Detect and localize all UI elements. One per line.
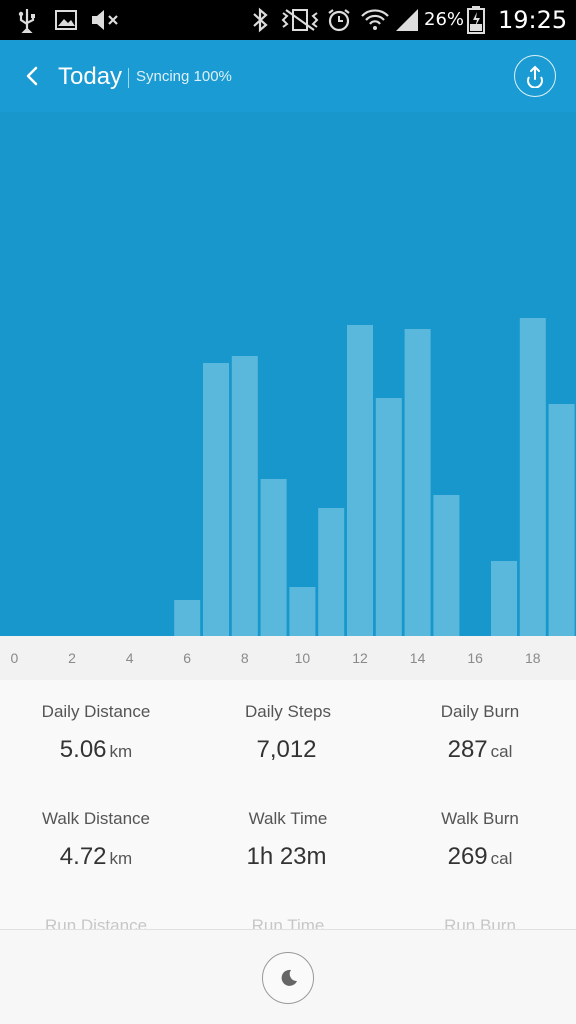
stat-label: Run Distance [44,916,148,930]
stat-run-burn: Run Burn [384,916,576,930]
axis-tick-label: 10 [294,650,311,666]
title-divider [128,68,129,88]
sleep-button[interactable] [262,952,314,1004]
battery-percent: 26% [424,9,465,30]
stat-label: Walk Distance [41,809,150,828]
hour-axis: 0 2 4 6 8 10 12 14 16 18 [0,636,576,680]
chart-bar-hour-17 [491,561,517,636]
signal-icon [394,6,420,34]
axis-tick-label: 16 [467,650,483,666]
battery-icon [466,6,486,34]
stat-number: 7,012 [256,736,317,763]
stat-number: 5.06 [59,736,107,763]
chart-bar-hour-13 [375,398,402,636]
wifi-icon [360,6,390,34]
chart-bar-hour-14 [404,329,431,636]
clock: 19:25 [498,6,568,34]
vibrate-icon [280,6,320,34]
alarm-icon [326,6,352,34]
page-title: Today [58,63,123,90]
chart-bar-hour-7 [203,363,229,636]
axis-tick-label: 0 [10,650,19,666]
stat-value: 269 cal [384,843,576,871]
sync-status: Syncing 100% [136,68,232,85]
upload-button[interactable] [514,55,556,97]
bottom-bar [0,929,576,1024]
chart-bar-hour-19 [548,404,575,636]
status-bar: 26% 19:25 [0,0,576,40]
stats-grid: Daily Distance 5.06 km Daily Steps 7,012 Dail… [0,680,576,930]
back-arrow-icon [26,66,38,86]
stat-label: Daily Burn [440,702,520,721]
stat-label: Daily Steps [245,702,331,721]
stat-value: 5.06 km [0,736,192,764]
back-button[interactable] [16,60,46,92]
stat-run-time: Run Time [192,916,384,930]
stat-value: 287 cal [384,736,576,764]
stat-label: Walk Burn [441,809,519,828]
stat-daily-distance: Daily Distance 5.06 km [0,702,192,764]
chart-bar-hour-10 [289,587,316,636]
activity-chart-svg [174,318,575,636]
stat-label: Run Burn [444,916,516,930]
chart-bar-hour-6 [174,600,201,636]
chart-bar-hour-9 [260,479,287,636]
mute-icon [90,6,120,34]
upload-icon [527,65,543,88]
chart-bar-hour-15 [433,495,460,636]
stat-walk-burn: Walk Burn 269 cal [384,809,576,871]
stat-number: 4.72 [59,843,107,870]
stat-number: 269 [447,843,488,870]
stat-value: 4.72 km [0,843,192,871]
chart-bar-hour-12 [347,325,373,636]
usb-icon [16,6,38,34]
stat-daily-burn: Daily Burn 287 cal [384,702,576,764]
stat-value: 7,012 [192,736,384,764]
app-header: Today Syncing 100% [0,40,576,112]
stat-label: Run Time [251,916,325,930]
axis-tick-label: 4 [125,650,134,666]
axis-tick-label: 8 [240,650,249,666]
axis-tick-label: 18 [525,650,541,666]
bluetooth-icon [250,6,270,34]
axis-tick-label: 12 [352,650,368,666]
stat-number: 1h 23m [246,843,327,870]
stat-daily-steps: Daily Steps 7,012 [192,702,384,764]
stat-label: Walk Time [248,809,328,828]
axis-tick-label: 14 [409,650,426,666]
stat-walk-distance: Walk Distance 4.72 km [0,809,192,871]
chart-bar-hour-11 [318,508,345,636]
activity-chart [0,112,576,636]
stat-walk-time: Walk Time 1h 23m [192,809,384,871]
chart-bar-hour-18 [519,318,546,636]
axis-tick-label: 2 [68,650,76,666]
stat-unit: km [109,849,133,868]
stat-value: 1h 23m [192,843,384,871]
image-icon [54,6,78,34]
stat-number: 287 [447,736,488,763]
stat-unit: km [109,742,133,761]
moon-icon [281,969,297,986]
stat-unit: cal [490,742,513,761]
chart-bar-hour-8 [231,356,258,636]
axis-tick-label: 6 [183,650,192,666]
stat-label: Daily Distance [41,702,151,721]
stat-run-distance: Run Distance [0,916,192,930]
stat-unit: cal [490,849,513,868]
